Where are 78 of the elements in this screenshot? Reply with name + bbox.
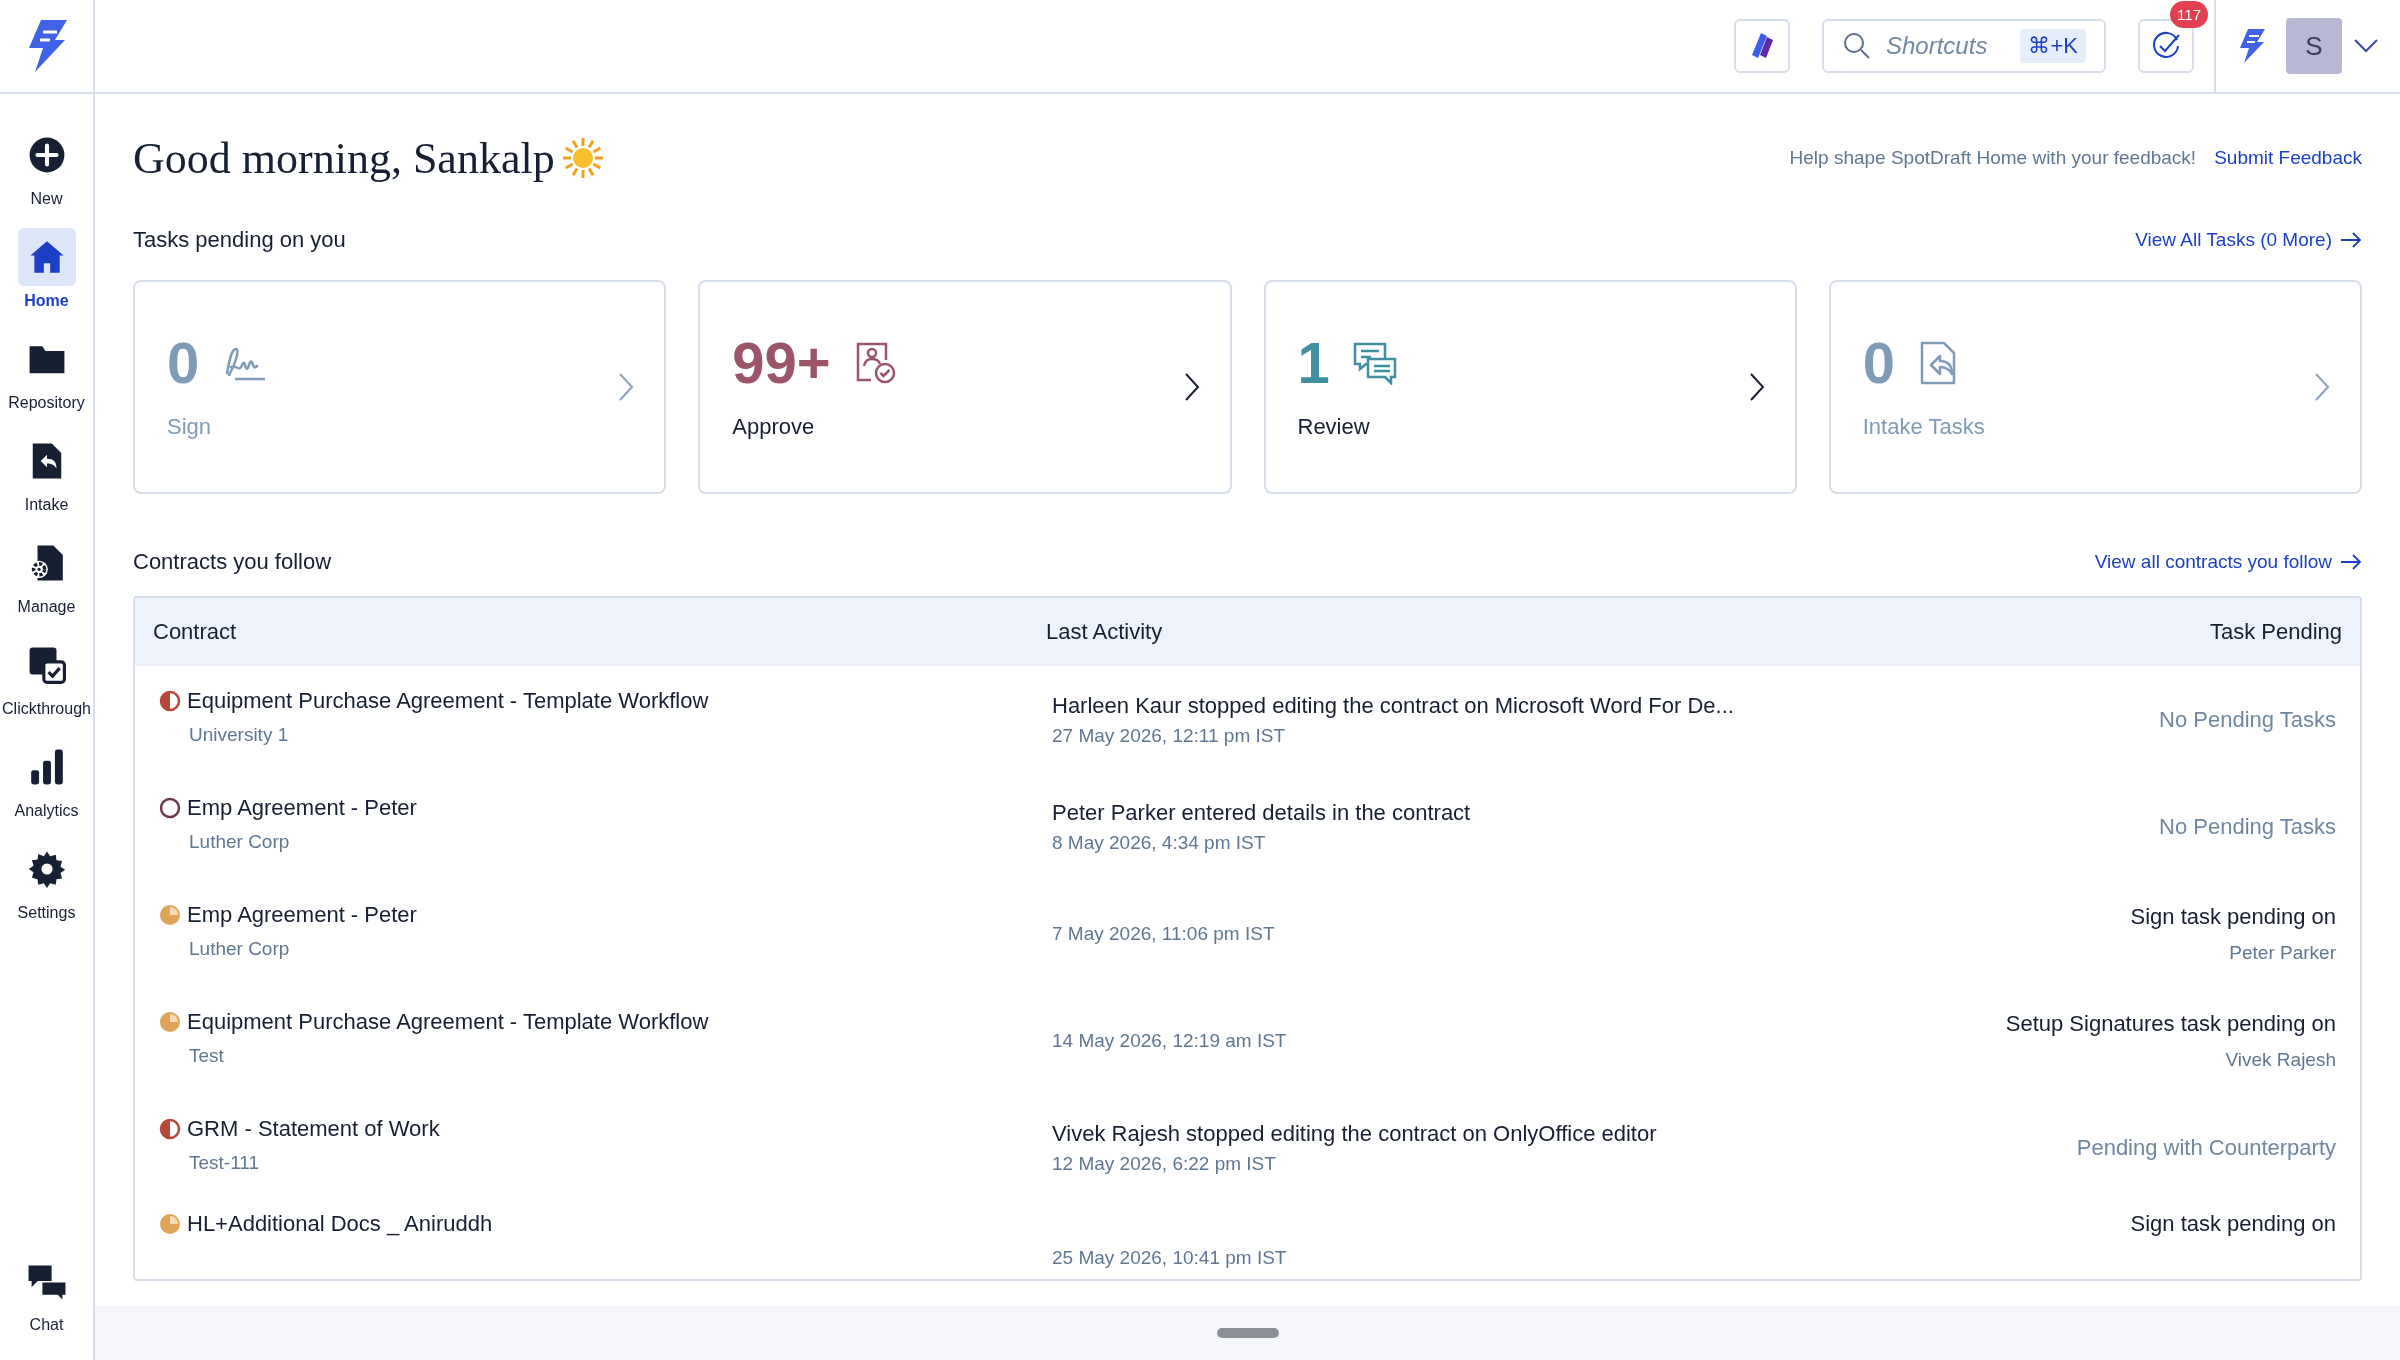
- contract-name[interactable]: HL+Additional Docs _ Aniruddh: [187, 1211, 493, 1237]
- plus-icon: [27, 136, 66, 174]
- sidebar-item[interactable]: New: [0, 126, 93, 208]
- view-all-tasks-link[interactable]: View All Tasks (0 More): [2135, 229, 2362, 251]
- drag-handle[interactable]: [1216, 1328, 1279, 1338]
- task-count: 99+: [732, 334, 831, 392]
- activity-time: 8 May 2026, 4:34 pm IST: [1052, 831, 1267, 854]
- task-count: 0: [167, 334, 200, 392]
- counterparty-name: University 1: [189, 724, 290, 746]
- arrow-right-icon: [2340, 231, 2362, 249]
- arrow-right-icon: [2340, 553, 2362, 571]
- feedback-text: Help shape SpotDraft Home with your feedback!: [1789, 147, 2197, 169]
- assignee-name: Peter Parker: [2229, 941, 2336, 964]
- submit-feedback-link[interactable]: Submit Feedback: [2214, 147, 2362, 169]
- column-header: Contract: [153, 619, 238, 645]
- task-status: Pending with Counterparty: [2076, 1134, 2336, 1161]
- assignee-name: Vivek Rajesh: [2225, 1048, 2336, 1071]
- contract-name[interactable]: Emp Agreement - Peter: [187, 795, 417, 821]
- activity-time: 7 May 2026, 11:06 pm IST: [1052, 922, 1276, 945]
- sidebar-item[interactable]: Settings: [0, 840, 93, 922]
- contract-name[interactable]: Equipment Purchase Agreement - Template Workflow: [187, 688, 709, 714]
- chevron-down-icon[interactable]: [2354, 39, 2378, 53]
- section-title: Contracts you follow: [133, 549, 332, 575]
- check-circle-icon: [2151, 31, 2181, 61]
- settings-icon: [27, 850, 66, 888]
- task-label: Approve: [732, 414, 815, 440]
- activity-text: Vivek Rajesh stopped editing the contract on OnlyOffice editor: [1052, 1120, 1658, 1147]
- contract-name[interactable]: Equipment Purchase Agreement - Template Workflow: [187, 1009, 709, 1035]
- shortcut-hint: ⌘+K: [2020, 29, 2086, 63]
- comments-icon: [1351, 341, 1398, 385]
- counterparty-name: Luther Corp: [189, 938, 291, 960]
- sidebar-item[interactable]: Clickthrough: [0, 636, 93, 718]
- activity-time: 14 May 2026, 12:19 am IST: [1052, 1029, 1288, 1052]
- checkbox-window-icon: [27, 646, 66, 684]
- task-status: Sign task pending on: [2130, 903, 2336, 930]
- counterparty-name: Test: [189, 1045, 225, 1067]
- activity-text: Peter Parker entered details in the contract: [1052, 799, 1472, 826]
- avatar[interactable]: S: [2286, 18, 2342, 74]
- task-count: 0: [1862, 334, 1895, 392]
- bolt-icon[interactable]: [2238, 28, 2266, 64]
- sidebar-item[interactable]: Analytics: [0, 738, 93, 820]
- task-count: 1: [1297, 334, 1330, 392]
- contract-name[interactable]: Emp Agreement - Peter: [187, 902, 417, 928]
- column-header: Last Activity: [1046, 619, 1164, 645]
- sidebar-item[interactable]: Chat: [0, 1252, 93, 1334]
- activity-time: 25 May 2026, 10:41 pm IST: [1052, 1247, 1288, 1269]
- task-label: Intake Tasks: [1862, 414, 1985, 440]
- notification-badge: 117: [2170, 1, 2208, 28]
- chevron-right-icon: [1183, 372, 1200, 402]
- contract-name[interactable]: GRM - Statement of Work: [187, 1116, 440, 1142]
- task-card[interactable]: 99+ Approve: [698, 280, 1232, 494]
- counterparty-name: Test-111: [189, 1152, 261, 1174]
- task-label: Review: [1297, 414, 1370, 440]
- search-input[interactable]: Shortcuts: [1886, 32, 2006, 60]
- task-status: No Pending Tasks: [2159, 813, 2336, 840]
- sidebar-item[interactable]: Repository: [0, 330, 93, 412]
- activity-time: 12 May 2026, 6:22 pm IST: [1052, 1152, 1277, 1175]
- tasks-button[interactable]: [2138, 19, 2194, 73]
- task-status: Sign task pending on: [2130, 1211, 2336, 1237]
- chevron-right-icon: [2314, 372, 2330, 402]
- activity-text: Harleen Kaur stopped editing the contract on Microsoft Word For De...: [1052, 692, 1735, 719]
- sidebar-item[interactable]: Manage: [0, 534, 93, 616]
- ai-button[interactable]: [1734, 19, 1790, 73]
- view-contracts-link[interactable]: View all contracts you follow: [2094, 551, 2362, 573]
- activity-time: 27 May 2026, 12:11 pm IST: [1052, 724, 1287, 747]
- task-status: Setup Signatures task pending on: [2005, 1010, 2336, 1037]
- counterparty-name: Luther Corp: [189, 831, 291, 853]
- column-header: Task Pending: [2208, 619, 2342, 645]
- sidebar-item[interactable]: Home: [0, 228, 93, 310]
- chevron-right-icon: [1748, 372, 1765, 402]
- section-title: Tasks pending on you: [133, 227, 346, 253]
- task-status: No Pending Tasks: [2159, 706, 2336, 733]
- greeting-title: Good morning, Sankalp: [133, 132, 555, 184]
- chevron-right-icon: [618, 372, 635, 402]
- task-label: Sign: [167, 414, 212, 440]
- search-icon: [1842, 31, 1872, 61]
- sidebar-item[interactable]: Intake: [0, 432, 93, 514]
- task-card[interactable]: 1 Review: [1263, 280, 1797, 494]
